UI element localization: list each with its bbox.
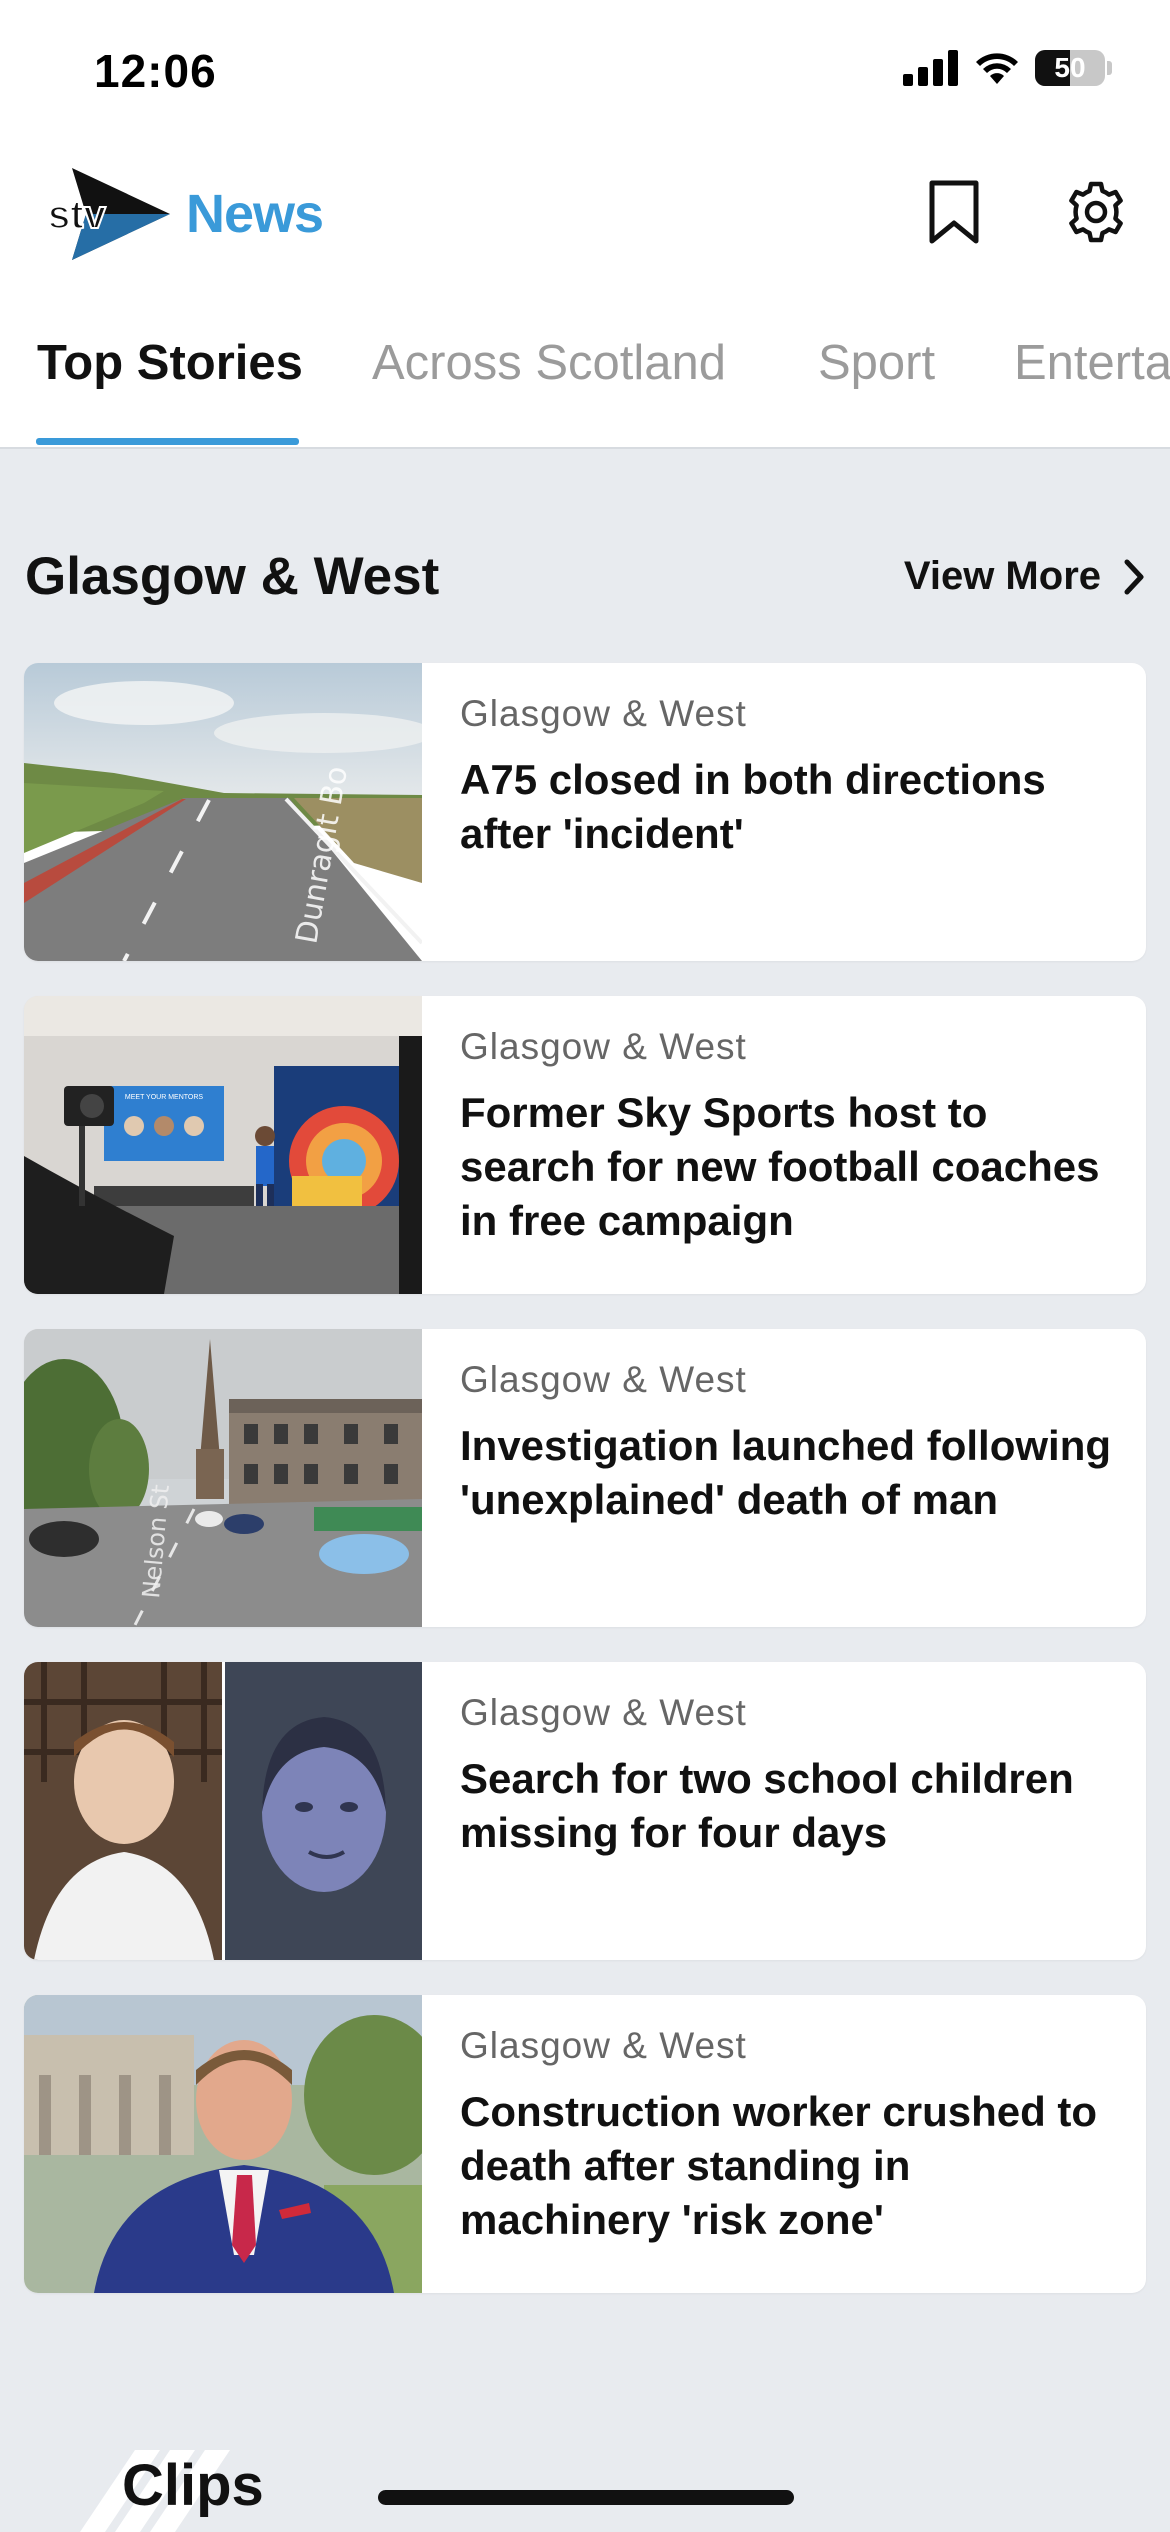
battery-level: 50 [1054,52,1086,83]
status-time: 12:06 [94,45,217,97]
story-card[interactable]: Glasgow & West Construction worker crush… [24,1995,1146,2293]
app-header: stv News [0,140,1170,285]
gear-icon [1069,181,1123,243]
story-card[interactable]: Dunragit Bo Glasgow & West A75 closed in… [24,663,1146,961]
chevron-right-icon [1124,559,1144,594]
view-more-label: View More [903,554,1101,598]
clips-title: Clips [122,2453,264,2518]
story-image-studio: MEET YOUR MENTORS [24,996,422,1294]
story-category: Glasgow & West [460,2025,747,2066]
story-card[interactable]: Glasgow & West Search for two school chi… [24,1662,1146,1960]
story-title: Former Sky Sports host to search for new… [460,1089,1100,1244]
logo-news-text: News [186,184,324,244]
status-bar: 12:06 50 [0,0,1170,140]
story-title: Search for two school children missing f… [460,1755,1074,1856]
story-image-road: Dunragit Bo [24,663,422,961]
bookmark-button[interactable] [914,172,994,252]
story-title: Construction worker crushed to death aft… [460,2088,1098,2243]
clips-section: Clips [0,2400,1170,2532]
story-image-street: Nelson St [24,1329,422,1627]
story-title: A75 closed in both directions after 'inc… [460,756,1046,857]
story-category: Glasgow & West [460,1026,747,1067]
battery-cap [1107,61,1112,75]
tab-top-stories[interactable]: Top Stories [37,335,303,391]
tab-sport[interactable]: Sport [818,335,935,391]
stv-logo-icon: stv [47,168,170,260]
screen-text: MEET YOUR MENTORS [125,1094,204,1101]
section-title: Glasgow & West [25,547,440,606]
battery-icon: 50 [1035,50,1105,86]
story-image-children [24,1662,422,1960]
settings-button[interactable] [1056,172,1136,252]
story-card[interactable]: MEET YOUR MENTORS Glasgow & West Former … [24,996,1146,1294]
story-text: Glasgow & West Former Sky Sports host to… [460,1026,1120,1248]
story-image-worker [24,1995,422,2293]
story-category: Glasgow & West [460,1692,747,1733]
active-tab-indicator [36,438,299,445]
view-more-link[interactable]: View More [904,554,1145,599]
story-category: Glasgow & West [460,693,747,734]
status-icons: 50 [903,50,1112,86]
story-card[interactable]: Nelson St Glasgow & West Investigation l… [24,1329,1146,1627]
tab-entertainment[interactable]: Enterta [1014,335,1170,391]
story-text: Glasgow & West Construction worker crush… [460,2025,1120,2247]
svg-text:stv: stv [48,193,107,237]
stv-news-logo[interactable]: stv News [46,168,324,260]
category-tabs: Top Stories Across Scotland Sport Entert… [0,285,1170,449]
wifi-icon [976,53,1018,84]
story-category: Glasgow & West [460,1359,747,1400]
story-text: Glasgow & West A75 closed in both direct… [460,693,1120,861]
tab-across-scotland[interactable]: Across Scotland [372,335,726,391]
home-indicator[interactable] [378,2490,794,2505]
cellular-signal-icon [903,50,958,86]
section-header: Glasgow & West View More [25,540,1145,610]
bookmark-icon [929,180,979,244]
story-text: Glasgow & West Search for two school chi… [460,1692,1120,1860]
story-text: Glasgow & West Investigation launched fo… [460,1359,1120,1527]
story-title: Investigation launched following 'unexpl… [460,1422,1112,1523]
